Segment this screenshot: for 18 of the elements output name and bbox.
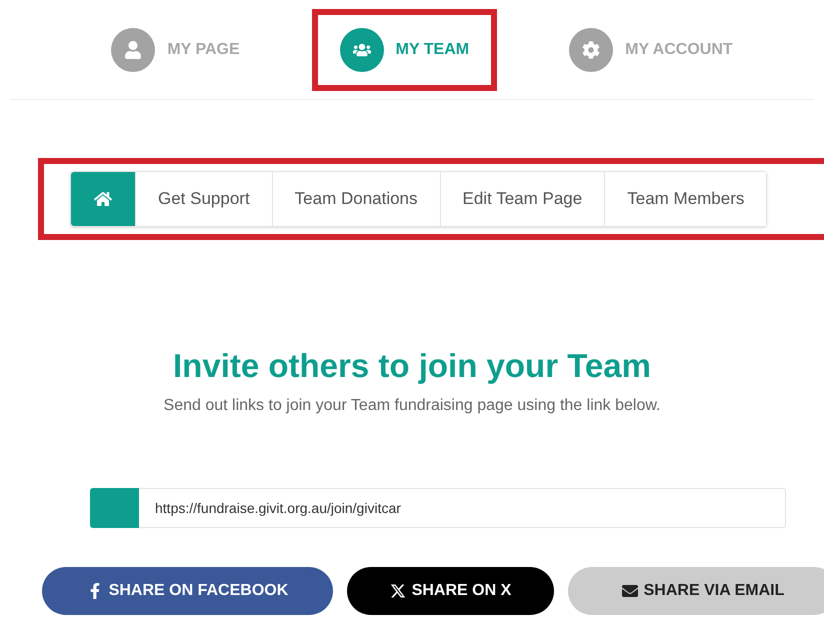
email-share-button[interactable]: SHARE VIA EMAIL — [568, 567, 824, 615]
link-field[interactable]: https://fundraise.givit.org.au/join/givitcar — [139, 488, 786, 528]
nav-tab[interactable]: Team Members — [604, 172, 766, 226]
home-icon — [94, 190, 112, 208]
home-tab[interactable] — [71, 172, 135, 226]
x-share-button[interactable]: SHARE ON X — [347, 567, 554, 615]
x-icon — [390, 583, 406, 599]
mail-icon — [622, 583, 638, 599]
nav-tab[interactable]: Get Support — [135, 172, 272, 226]
user-icon — [111, 28, 156, 72]
subtitle: Send out links to join your Team fundraising page using the link below. — [162, 396, 662, 416]
heading: Invite others to join your Team — [172, 346, 652, 386]
facebook-share-button[interactable]: SHARE ON FACEBOOK — [42, 567, 333, 615]
nav-tab[interactable]: Team Donations — [272, 172, 440, 226]
people-icon — [340, 28, 384, 72]
color-swatch — [90, 488, 139, 528]
nav-tab[interactable]: Edit Team Page — [440, 172, 604, 226]
settings-icon — [569, 28, 614, 72]
